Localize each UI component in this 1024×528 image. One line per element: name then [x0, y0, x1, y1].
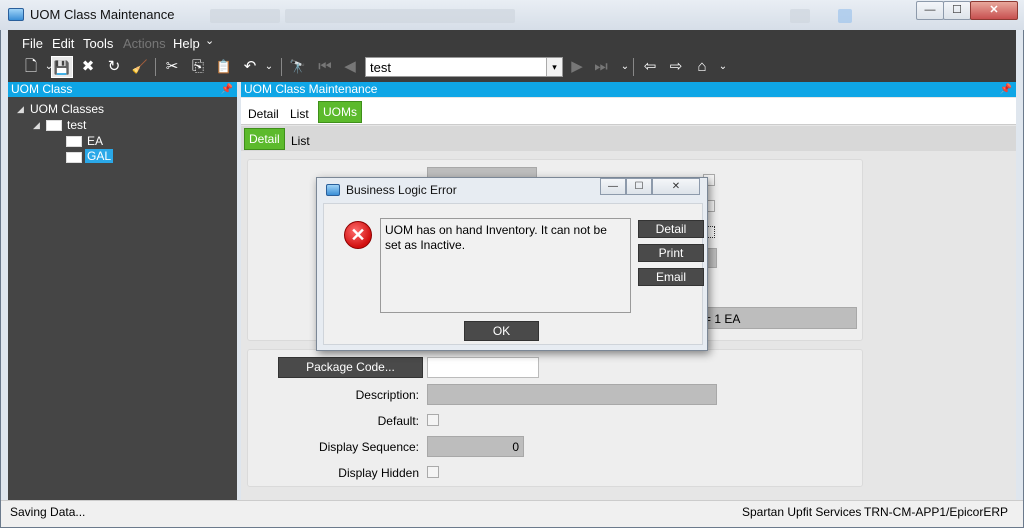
tree-node-test[interactable]: test: [67, 118, 86, 132]
dialog-body: ✕ UOM has on hand Inventory. It can not …: [323, 203, 704, 345]
tab-list[interactable]: List: [290, 107, 309, 121]
cut-icon[interactable]: ✂: [161, 56, 183, 78]
status-server: TRN-CM-APP1/EpicorERP: [864, 505, 1009, 519]
main-tab-strip: Detail List UOMs: [241, 98, 1016, 125]
copy-icon[interactable]: ⎘: [187, 56, 209, 78]
conversion-text: = 1 EA: [704, 312, 741, 326]
default-checkbox[interactable]: [427, 414, 439, 426]
record-search-value: test: [370, 60, 391, 75]
refresh-icon[interactable]: ↻: [103, 56, 125, 78]
email-button[interactable]: Email: [638, 268, 704, 286]
tab-detail[interactable]: Detail: [248, 107, 279, 121]
pin-icon[interactable]: 📌: [1000, 82, 1012, 97]
window-title: UOM Class Maintenance: [30, 7, 175, 22]
dialog-title-bar: Business Logic Error — ☐ ✕: [317, 178, 707, 202]
print-button[interactable]: Print: [638, 244, 704, 262]
dialog-close-button[interactable]: ✕: [652, 178, 700, 195]
description-field[interactable]: [427, 384, 717, 405]
display-sequence-label: Display Sequence:: [318, 440, 419, 454]
delete-icon[interactable]: ✖: [77, 56, 99, 78]
next-record-icon[interactable]: ▶: [566, 56, 588, 78]
display-sequence-value: 0: [512, 440, 519, 454]
right-panel-header: UOM Class Maintenance 📌: [241, 82, 1016, 97]
maximize-button[interactable]: ☐: [943, 1, 971, 20]
folder-icon: [66, 152, 82, 163]
dialog-minimize-button[interactable]: —: [600, 178, 626, 195]
save-icon[interactable]: 💾: [51, 56, 73, 78]
expand-icon[interactable]: ◢: [17, 104, 24, 115]
menu-tools[interactable]: Tools: [83, 36, 113, 51]
right-panel-title: UOM Class Maintenance: [244, 82, 378, 96]
folder-icon: [46, 120, 62, 131]
ok-button[interactable]: OK: [464, 321, 539, 341]
package-code-input[interactable]: [427, 357, 539, 378]
package-code-button[interactable]: Package Code...: [278, 357, 423, 378]
ghost-bar: [838, 9, 852, 23]
dialog-title: Business Logic Error: [346, 183, 457, 197]
status-company: Spartan Upfit Services: [742, 505, 862, 519]
error-icon: ✕: [344, 221, 372, 249]
display-hidden-checkbox[interactable]: [427, 466, 439, 478]
display-sequence-field[interactable]: 0: [427, 436, 524, 457]
app-icon: [326, 184, 340, 196]
toolbar-separator: [281, 58, 282, 76]
business-logic-error-dialog: Business Logic Error — ☐ ✕ ✕ UOM has on …: [316, 177, 708, 351]
record-search-combo[interactable]: test ▾: [365, 57, 563, 77]
ghost-bar: [790, 9, 810, 23]
close-button[interactable]: ✕: [970, 1, 1018, 20]
left-panel-header: UOM Class 📌: [8, 82, 237, 97]
sub-tab-strip: Detail List: [241, 126, 1016, 151]
menu-actions[interactable]: Actions: [123, 36, 166, 51]
clear-icon[interactable]: 🧹: [129, 56, 151, 78]
menu-help[interactable]: Help: [173, 36, 200, 51]
conversion-field: = 1 EA: [697, 307, 857, 329]
left-panel-title: UOM Class: [11, 82, 73, 96]
tab-uoms[interactable]: UOMs: [318, 101, 362, 123]
tree-root-uom-classes[interactable]: UOM Classes: [30, 102, 104, 116]
dialog-maximize-button[interactable]: ☐: [626, 178, 652, 195]
help-caret-icon: ⌄: [205, 35, 215, 47]
combo-dropdown-icon[interactable]: ▾: [546, 58, 562, 76]
detail-button[interactable]: Detail: [638, 220, 704, 238]
ghost-bar: [285, 9, 515, 23]
title-bar: UOM Class Maintenance — ☐ ✕: [0, 0, 1024, 30]
subtab-detail[interactable]: Detail: [244, 128, 285, 150]
ghost-bar: [210, 9, 280, 23]
tree-leaf-gal[interactable]: GAL: [85, 149, 114, 163]
description-label: Description:: [355, 388, 419, 402]
home-dropdown-icon[interactable]: ⌄: [712, 56, 734, 78]
undo-dropdown-icon[interactable]: ⌄: [258, 56, 280, 78]
search-binoculars-icon[interactable]: 🔭: [287, 56, 309, 78]
back-icon[interactable]: ⇦: [639, 56, 661, 78]
tree-leaf-ea[interactable]: EA: [87, 134, 103, 148]
prev-record-icon[interactable]: ◀: [339, 56, 361, 78]
forward-icon[interactable]: ⇨: [665, 56, 687, 78]
pin-icon[interactable]: 📌: [221, 82, 233, 97]
status-message: Saving Data...: [10, 505, 86, 519]
paste-icon[interactable]: 📋: [213, 56, 235, 78]
home-icon[interactable]: ⌂: [691, 56, 713, 78]
error-message: UOM has on hand Inventory. It can not be…: [380, 218, 631, 313]
minimize-button[interactable]: —: [916, 1, 944, 20]
subtab-list[interactable]: List: [291, 134, 310, 148]
last-record-icon[interactable]: ⏭: [590, 56, 612, 78]
default-label: Default:: [377, 414, 419, 428]
first-record-icon[interactable]: ⏮: [314, 56, 336, 78]
folder-icon: [66, 136, 82, 147]
menu-file[interactable]: File: [22, 36, 43, 51]
app-icon: [8, 8, 24, 21]
display-hidden-label: Display Hidden: [338, 466, 419, 480]
menu-edit[interactable]: Edit: [52, 36, 74, 51]
uom-class-tree-panel: [8, 82, 237, 500]
toolbar-separator: [155, 58, 156, 76]
toolbar-separator: [633, 58, 634, 76]
expand-icon[interactable]: ◢: [33, 120, 40, 131]
